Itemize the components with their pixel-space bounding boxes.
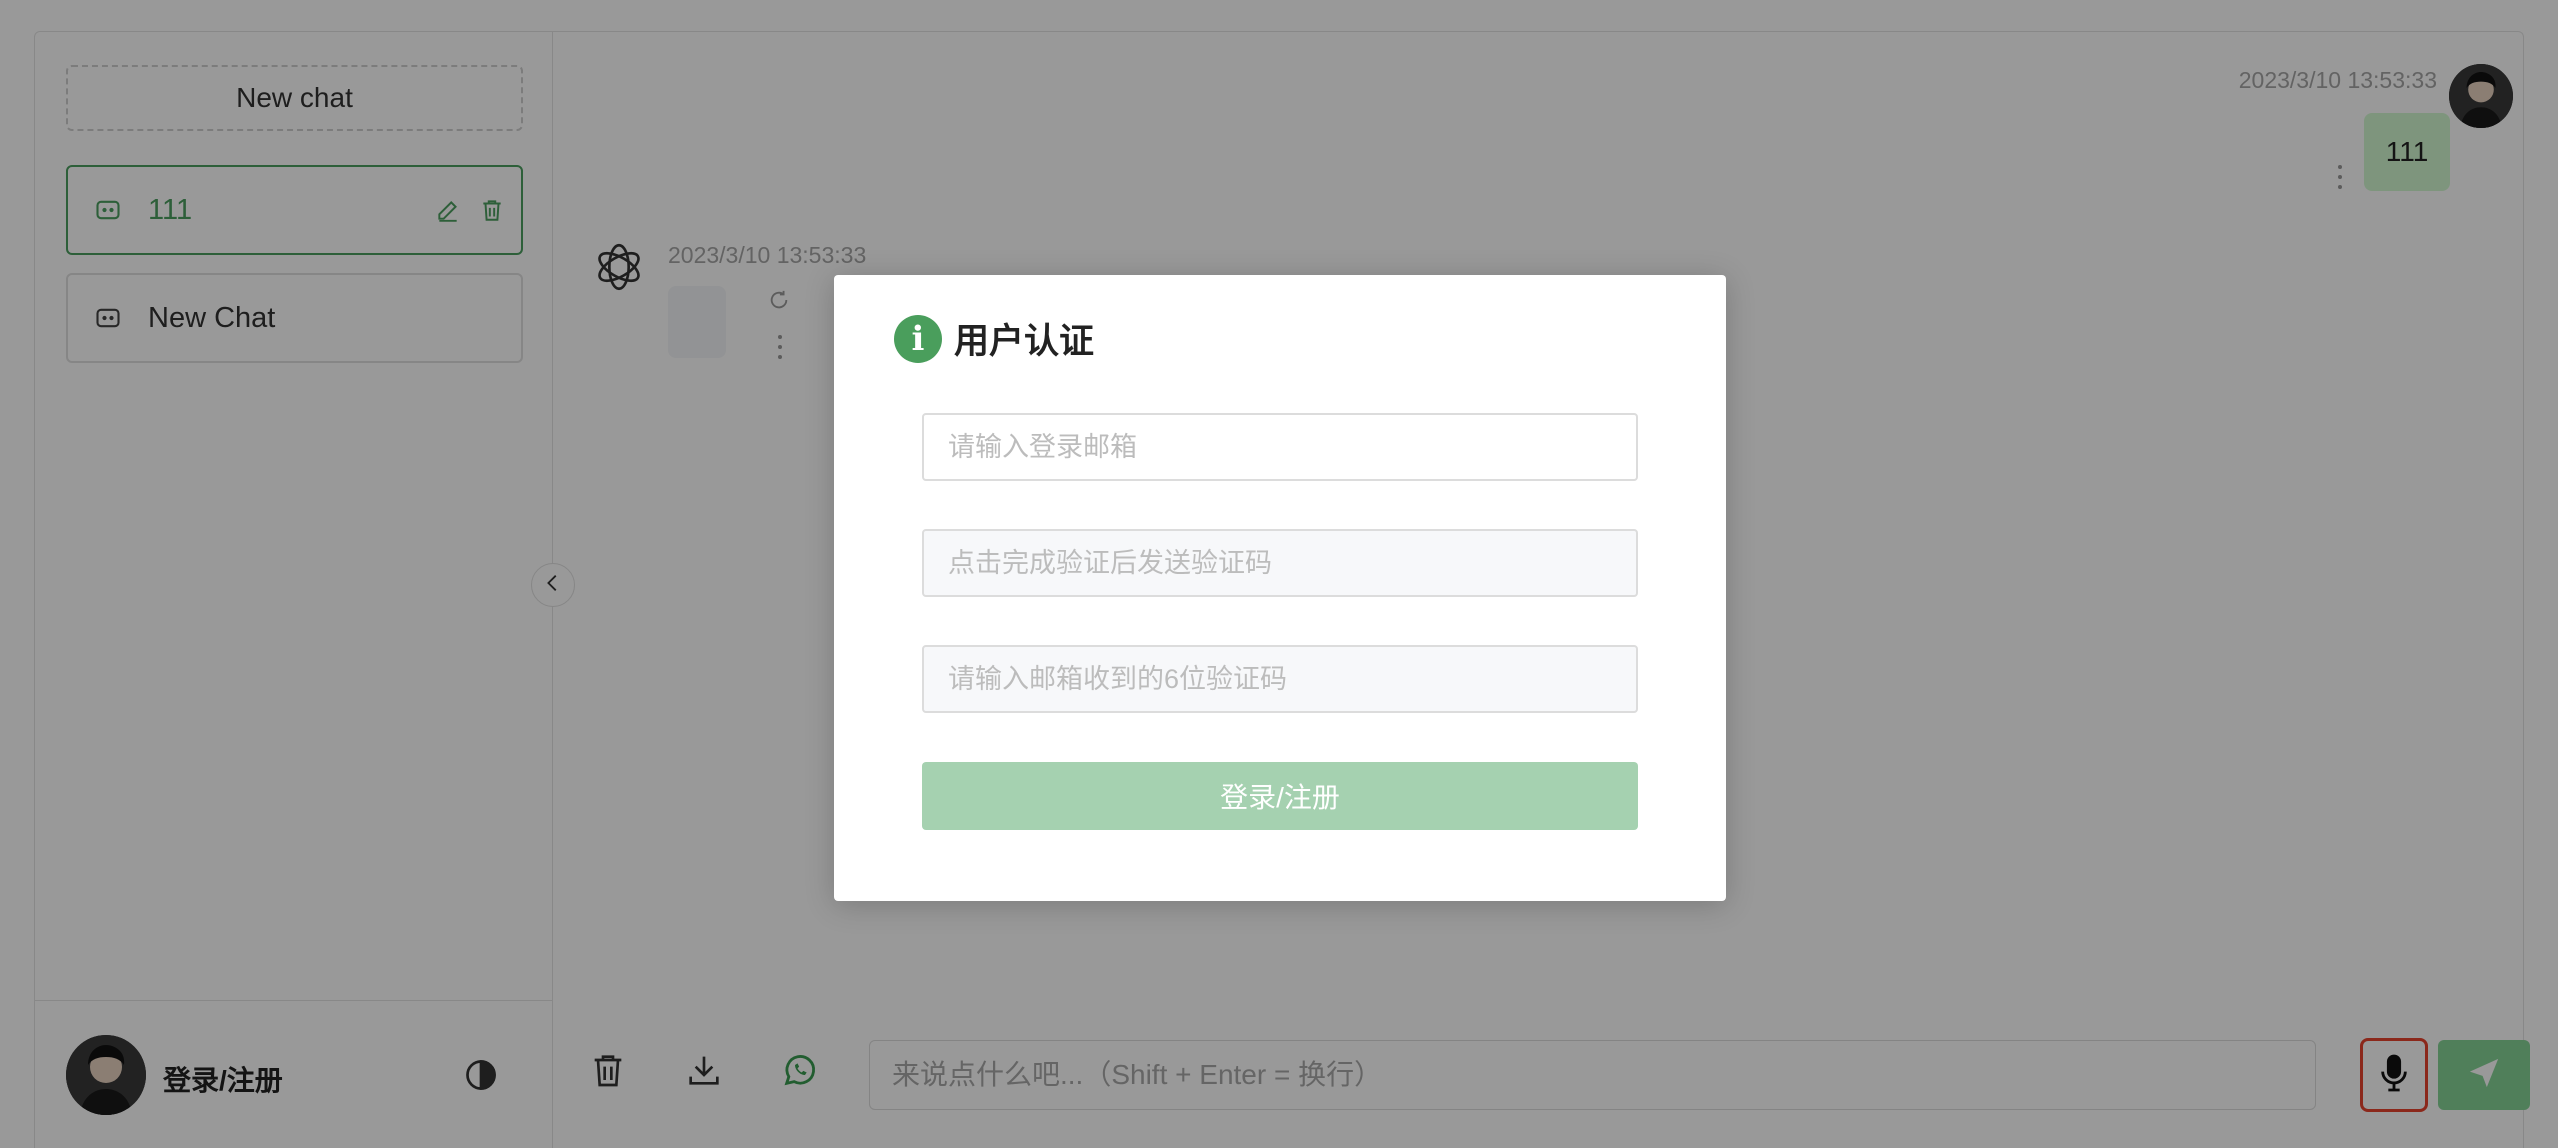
modal-title-text: 用户认证: [954, 322, 1095, 361]
auth-modal: i 用户认证 登录/注册: [834, 275, 1726, 901]
modal-title: i 用户认证: [894, 313, 1094, 364]
captcha-field[interactable]: [922, 529, 1638, 597]
info-icon: i: [894, 314, 942, 363]
email-field[interactable]: [922, 413, 1638, 481]
verification-code-field[interactable]: [922, 645, 1638, 713]
login-register-button[interactable]: 登录/注册: [922, 762, 1638, 830]
